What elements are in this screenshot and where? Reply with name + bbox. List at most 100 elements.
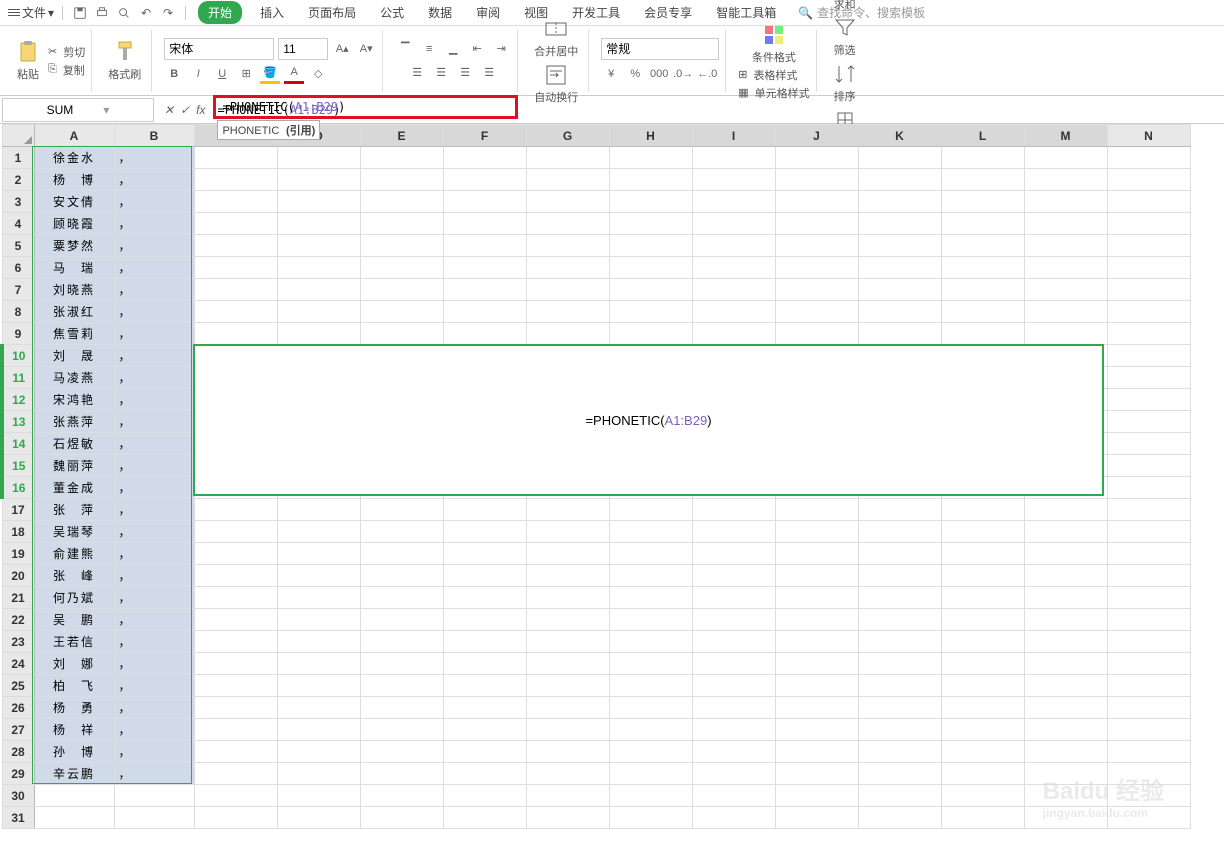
cell-A11[interactable]: 马凌燕 [34,367,114,389]
cell-N2[interactable] [1107,169,1190,191]
cell-N27[interactable] [1107,719,1190,741]
cell-L10[interactable] [941,345,1024,367]
cell-J2[interactable] [775,169,858,191]
cell-J27[interactable] [775,719,858,741]
cell-A12[interactable]: 宋鸿艳 [34,389,114,411]
cell-E6[interactable] [360,257,443,279]
cell-D29[interactable] [277,763,360,785]
cell-M5[interactable] [1024,235,1107,257]
cell-L30[interactable] [941,785,1024,807]
column-header-H[interactable]: H [609,125,692,147]
cell-B24[interactable]: ， [114,653,194,675]
cell-J28[interactable] [775,741,858,763]
row-header-22[interactable]: 22 [2,609,34,631]
cell-C7[interactable] [194,279,277,301]
tab-start[interactable]: 开始 [198,1,242,24]
cell-K14[interactable] [858,433,941,455]
cell-A14[interactable]: 石煜敏 [34,433,114,455]
undo-icon[interactable]: ↶ [137,4,155,22]
cell-J1[interactable] [775,147,858,169]
cell-L11[interactable] [941,367,1024,389]
align-bottom-icon[interactable]: ▁ [443,39,463,59]
cell-K5[interactable] [858,235,941,257]
decrease-decimal-icon[interactable]: ←.0 [697,64,717,84]
print-preview-icon[interactable] [115,4,133,22]
cell-B4[interactable]: ， [114,213,194,235]
row-header-25[interactable]: 25 [2,675,34,697]
cell-H6[interactable] [609,257,692,279]
cell-I3[interactable] [692,191,775,213]
cell-G16[interactable] [526,477,609,499]
cell-C16[interactable] [194,477,277,499]
cell-N22[interactable] [1107,609,1190,631]
cell-C10[interactable] [194,345,277,367]
select-all-corner[interactable] [2,125,34,147]
cell-A6[interactable]: 马 瑞 [34,257,114,279]
cell-F29[interactable] [443,763,526,785]
cell-K7[interactable] [858,279,941,301]
cell-D7[interactable] [277,279,360,301]
cell-E16[interactable] [360,477,443,499]
row-header-7[interactable]: 7 [2,279,34,301]
cell-K28[interactable] [858,741,941,763]
cell-E3[interactable] [360,191,443,213]
cell-E10[interactable] [360,345,443,367]
cell-M31[interactable] [1024,807,1107,829]
cell-F3[interactable] [443,191,526,213]
cell-B11[interactable]: ， [114,367,194,389]
conditional-format-button[interactable]: 条件格式 [748,21,800,67]
cell-C4[interactable] [194,213,277,235]
cell-E11[interactable] [360,367,443,389]
cell-K22[interactable] [858,609,941,631]
cell-G4[interactable] [526,213,609,235]
cell-C3[interactable] [194,191,277,213]
cell-B7[interactable]: ， [114,279,194,301]
row-header-20[interactable]: 20 [2,565,34,587]
cell-M28[interactable] [1024,741,1107,763]
cell-M26[interactable] [1024,697,1107,719]
cell-C18[interactable] [194,521,277,543]
cell-M20[interactable] [1024,565,1107,587]
cell-I5[interactable] [692,235,775,257]
cell-B1[interactable]: ， [114,147,194,169]
cell-A5[interactable]: 粟梦然 [34,235,114,257]
cell-B18[interactable]: ， [114,521,194,543]
cell-H13[interactable] [609,411,692,433]
cell-A29[interactable]: 辛云鹏 [34,763,114,785]
cell-J12[interactable] [775,389,858,411]
cell-H3[interactable] [609,191,692,213]
align-right-icon[interactable]: ☰ [455,63,475,83]
cell-A21[interactable]: 何乃斌 [34,587,114,609]
cell-E8[interactable] [360,301,443,323]
row-header-1[interactable]: 1 [2,147,34,169]
cell-L29[interactable] [941,763,1024,785]
cell-D2[interactable] [277,169,360,191]
cell-L23[interactable] [941,631,1024,653]
cell-G27[interactable] [526,719,609,741]
cell-G13[interactable] [526,411,609,433]
align-top-icon[interactable]: ▔ [395,39,415,59]
cell-B20[interactable]: ， [114,565,194,587]
cell-L16[interactable] [941,477,1024,499]
cell-G19[interactable] [526,543,609,565]
row-header-16[interactable]: 16 [2,477,34,499]
tab-formulas[interactable]: 公式 [370,1,414,24]
tab-page-layout[interactable]: 页面布局 [298,1,366,24]
fill-color-button[interactable]: 🪣 [260,64,280,84]
cell-H4[interactable] [609,213,692,235]
cell-J14[interactable] [775,433,858,455]
cell-B29[interactable]: ， [114,763,194,785]
cell-C21[interactable] [194,587,277,609]
cell-N23[interactable] [1107,631,1190,653]
cell-E27[interactable] [360,719,443,741]
filter-button[interactable]: 筛选 [829,14,861,60]
cell-N1[interactable] [1107,147,1190,169]
cell-L24[interactable] [941,653,1024,675]
cell-B12[interactable]: ， [114,389,194,411]
cell-F23[interactable] [443,631,526,653]
cell-I20[interactable] [692,565,775,587]
cell-J5[interactable] [775,235,858,257]
column-header-N[interactable]: N [1107,125,1190,147]
row-header-4[interactable]: 4 [2,213,34,235]
cell-E9[interactable] [360,323,443,345]
